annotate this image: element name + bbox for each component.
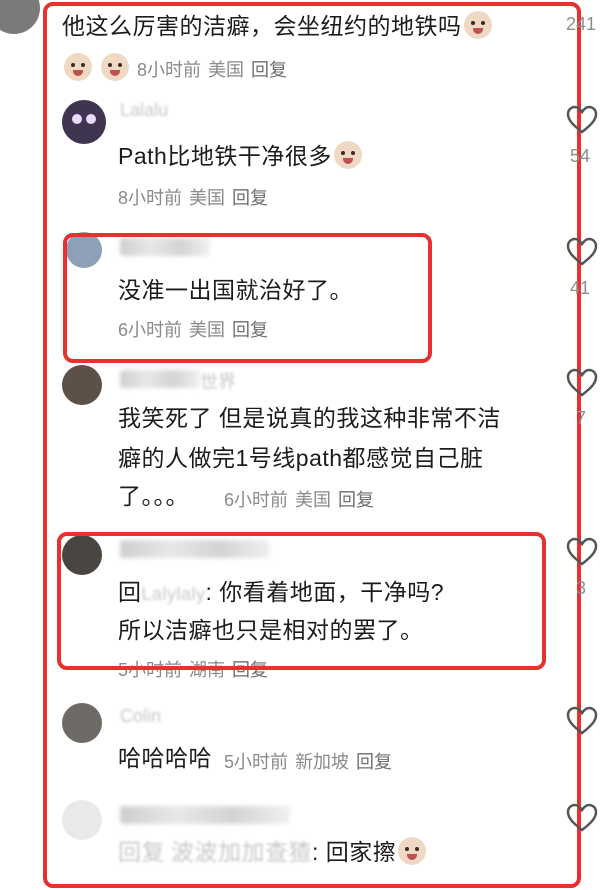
reply-text: 没准一出国就治好了。 bbox=[118, 277, 353, 303]
reply-button[interactable]: 回复 bbox=[251, 60, 287, 80]
comment-time: 8小时前 bbox=[137, 60, 202, 80]
reply-target-user[interactable]: Lalylaly bbox=[142, 584, 206, 604]
crying-face-emoji-icon bbox=[398, 837, 427, 865]
top-comment-text: 他这么厉害的洁癖，会坐纽约的地铁吗 bbox=[62, 8, 492, 44]
reply-meta: 6小时前 美国 回复 bbox=[224, 490, 375, 510]
reply-target-user[interactable]: 波波加加查猹 bbox=[171, 839, 312, 865]
reply-button[interactable]: 回复 bbox=[232, 320, 268, 340]
reply-username-blurred bbox=[120, 370, 200, 388]
reply-text: 所以洁癖也只是相对的罢了。 bbox=[118, 617, 424, 643]
top-comment-avatar[interactable] bbox=[0, 0, 40, 34]
reply-text: 我笑死了 但是说真的我这种非常不洁 bbox=[118, 405, 501, 431]
heart-outline-icon[interactable] bbox=[566, 803, 598, 833]
like-count: 7 bbox=[576, 408, 587, 428]
heart-outline-icon[interactable] bbox=[566, 368, 598, 398]
heart-outline-icon[interactable] bbox=[566, 537, 598, 567]
reply-text: 了。。。 bbox=[118, 483, 189, 509]
reply-button[interactable]: 回复 bbox=[338, 490, 374, 510]
crying-face-emoji-icon bbox=[64, 53, 92, 81]
reply-username[interactable]: 世界 bbox=[200, 368, 236, 394]
like-count: 41 bbox=[570, 278, 591, 298]
reply-avatar[interactable] bbox=[62, 703, 102, 743]
reply-prefix: 回 bbox=[118, 579, 142, 605]
reply-avatar[interactable] bbox=[62, 800, 102, 840]
crying-face-emoji-icon bbox=[333, 141, 362, 169]
like-count: 54 bbox=[570, 146, 591, 166]
reply-text: 回复 波波加加查猹: 回家擦 bbox=[118, 834, 427, 870]
heart-outline-icon[interactable] bbox=[566, 706, 598, 736]
heart-outline-icon[interactable] bbox=[566, 237, 598, 267]
reply-meta: 6小时前 美国 回复 bbox=[118, 320, 269, 340]
reply-username-blurred bbox=[120, 806, 290, 824]
reply-text: 癖的人做完1号线path都感觉自己脏 bbox=[118, 445, 484, 471]
reply-meta: 8小时前 美国 回复 bbox=[118, 188, 269, 208]
reply-button[interactable]: 回复 bbox=[356, 752, 392, 772]
crying-face-emoji-icon bbox=[463, 11, 492, 39]
reply-username-blurred bbox=[120, 540, 270, 558]
like-count: 3 bbox=[576, 578, 587, 598]
reply-avatar[interactable] bbox=[62, 100, 106, 144]
top-comment-like-count: 241 bbox=[566, 14, 597, 34]
reply-text: Path比地铁干净很多 bbox=[118, 138, 362, 174]
reply-text: 回Lalylaly: 你看着地面，干净吗? bbox=[118, 579, 445, 605]
reply-button[interactable]: 回复 bbox=[232, 188, 268, 208]
comment-location: 美国 bbox=[208, 60, 245, 80]
reply-avatar[interactable] bbox=[66, 232, 102, 268]
reply-avatar[interactable] bbox=[62, 535, 102, 575]
reply-avatar[interactable] bbox=[62, 365, 102, 405]
reply-username[interactable]: Colin bbox=[120, 706, 161, 727]
reply-meta: 5小时前 新加坡 回复 bbox=[224, 752, 393, 772]
reply-meta: 5小时前 湖南 回复 bbox=[118, 660, 269, 680]
reply-username[interactable]: Lalalu bbox=[120, 100, 168, 121]
crying-face-emoji-icon bbox=[101, 53, 129, 81]
reply-prefix: 回复 bbox=[118, 839, 165, 865]
top-comment-meta: 8小时前 美国 回复 bbox=[62, 53, 294, 82]
heart-outline-icon[interactable] bbox=[566, 105, 598, 135]
reply-username-blurred bbox=[120, 238, 210, 256]
reply-text: 哈哈哈哈 bbox=[118, 745, 212, 771]
reply-button[interactable]: 回复 bbox=[232, 660, 268, 680]
